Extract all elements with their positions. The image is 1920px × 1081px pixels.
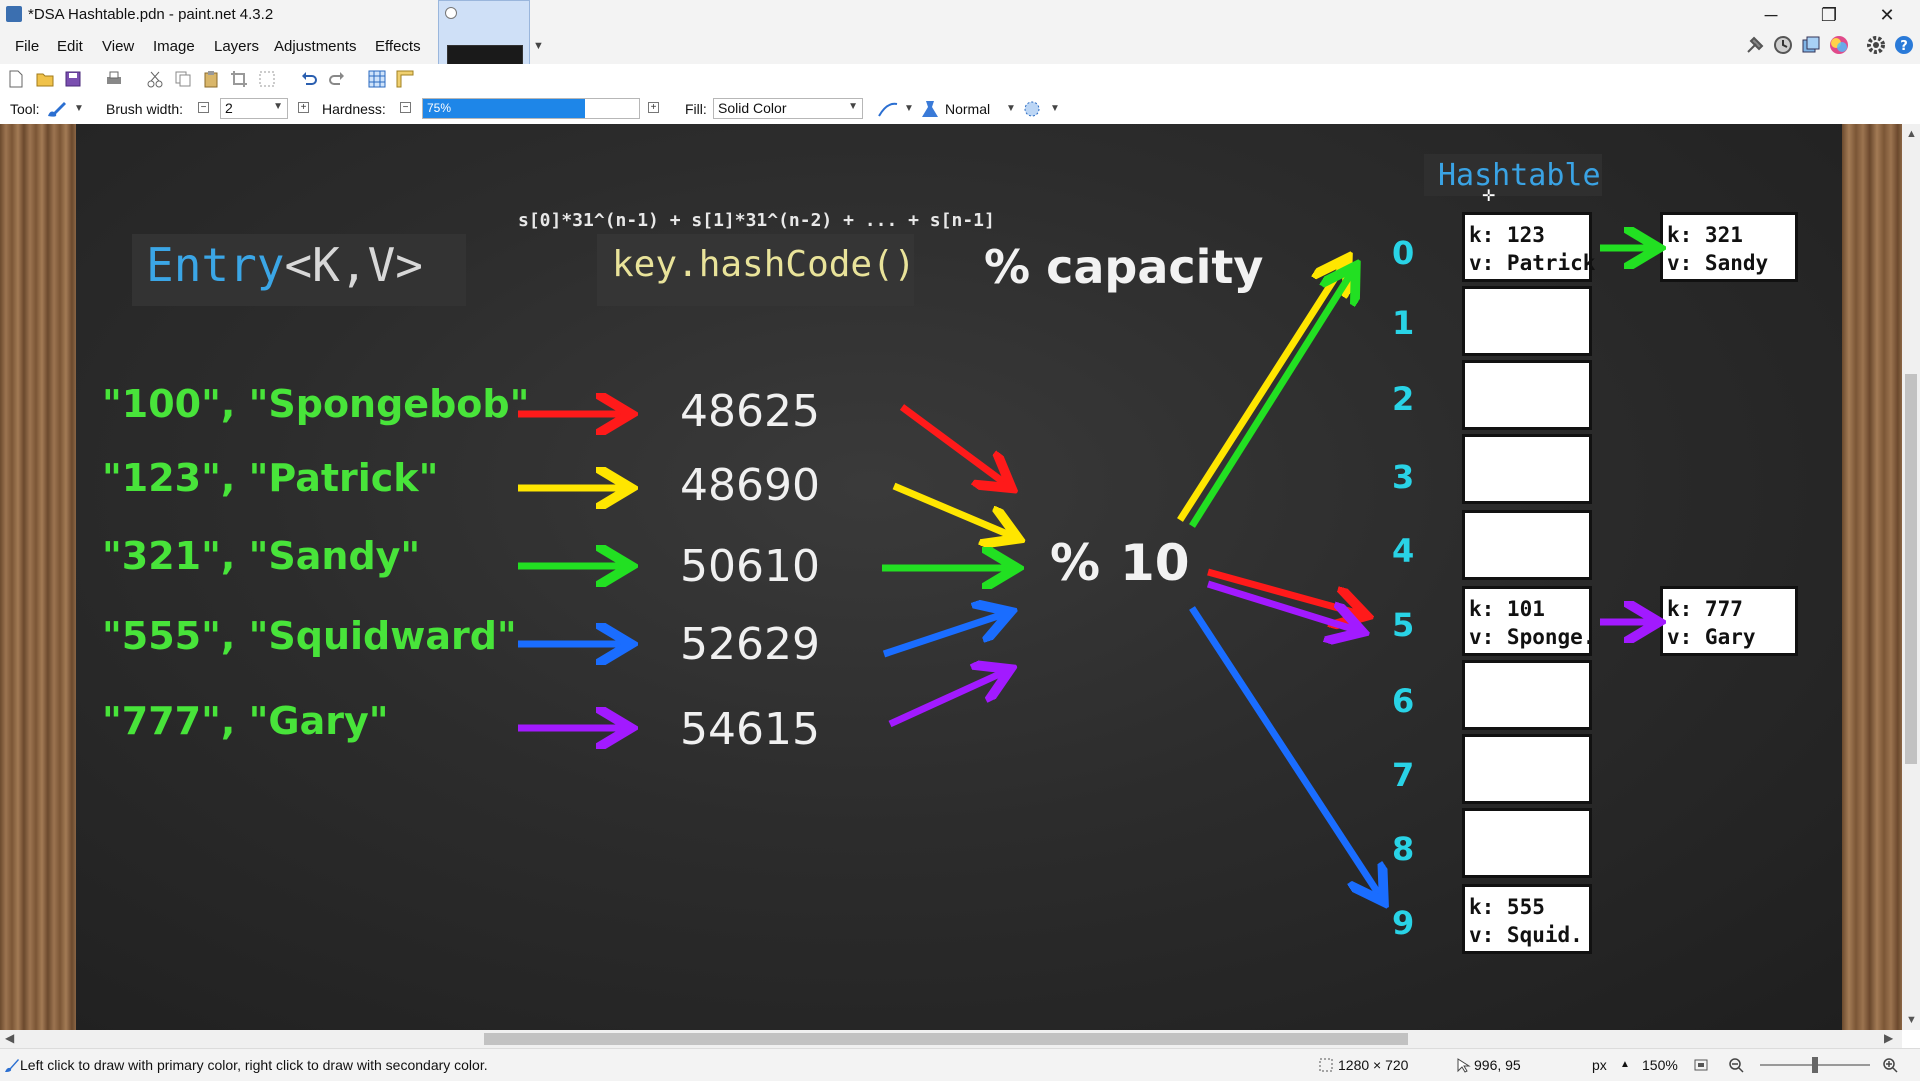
print-icon[interactable]	[105, 70, 123, 88]
arrow-red-to-mod	[899, 404, 1006, 484]
hardness-slider[interactable]: 75%	[422, 98, 640, 119]
settings-gear-icon[interactable]	[1865, 34, 1887, 56]
brush-width-select[interactable]: 2 ▼	[220, 98, 288, 119]
menu-image[interactable]: Image	[153, 38, 195, 55]
scroll-down-icon[interactable]: ▼	[1906, 1014, 1917, 1026]
brush-width-increase-button[interactable]: +	[298, 102, 309, 113]
arrow-purple-to-mod	[888, 672, 1004, 728]
tools-window-icon[interactable]	[1744, 34, 1766, 56]
tool-options-bar: Tool: ▼ Brush width: − 2 ▼ + Hardness: −…	[0, 94, 1920, 125]
zoom-slider-thumb[interactable]	[1812, 1057, 1818, 1073]
deselect-icon[interactable]	[258, 70, 276, 88]
menu-bar: File Edit View Image Layers Adjustments …	[0, 30, 1920, 64]
title-bar: *DSA Hashtable.pdn - paint.net 4.3.2 ─ ❐…	[0, 0, 1920, 30]
chevron-down-icon: ▼	[273, 101, 283, 112]
redo-icon[interactable]	[328, 70, 346, 88]
menu-layers[interactable]: Layers	[214, 38, 259, 55]
crop-to-selection-icon[interactable]	[230, 70, 248, 88]
blend-mode-value[interactable]: Normal	[945, 101, 990, 117]
chevron-down-icon: ▼	[848, 101, 858, 112]
arrow-green-to-bucket-0	[1189, 272, 1352, 528]
zoom-in-icon[interactable]	[1882, 1057, 1898, 1073]
paintbrush-status-icon	[5, 1059, 19, 1072]
hardness-label: Hardness:	[322, 101, 386, 117]
menu-effects[interactable]: Effects	[375, 38, 421, 55]
vertical-scrollbar[interactable]: ▲ ▼	[1902, 124, 1920, 1030]
zoom-out-icon[interactable]	[1728, 1057, 1744, 1073]
arrow-blue-to-bucket-9	[1189, 606, 1380, 896]
image-size-icon	[1319, 1058, 1333, 1072]
menu-file[interactable]: File	[15, 38, 39, 55]
fill-value: Solid Color	[718, 100, 787, 116]
arrow-yellow-to-mod	[892, 482, 1012, 536]
status-bar: Left click to draw with primary color, r…	[0, 1048, 1920, 1081]
hardness-decrease-button[interactable]: −	[400, 102, 411, 113]
menu-view[interactable]: View	[102, 38, 134, 55]
selection-mode-chevron-icon[interactable]: ▼	[1050, 103, 1060, 114]
zoom-level-text[interactable]: 150%	[1642, 1057, 1678, 1073]
close-button[interactable]: ✕	[1864, 2, 1910, 28]
cursor-position-icon	[1457, 1058, 1471, 1073]
blend-mode-icon[interactable]	[920, 99, 940, 119]
fill-select[interactable]: Solid Color ▼	[713, 98, 863, 119]
new-image-icon[interactable]	[7, 70, 25, 88]
wood-frame-right	[1842, 124, 1902, 1030]
gear-icon	[445, 7, 457, 19]
status-hint-text: Left click to draw with primary color, r…	[20, 1057, 488, 1073]
cut-icon[interactable]	[146, 70, 164, 88]
menu-adjustments[interactable]: Adjustments	[274, 38, 357, 55]
history-window-icon[interactable]	[1772, 34, 1794, 56]
antialiasing-chevron-icon[interactable]: ▼	[904, 103, 914, 114]
undo-icon[interactable]	[300, 70, 318, 88]
rulers-icon[interactable]	[396, 70, 414, 88]
window-title: *DSA Hashtable.pdn - paint.net 4.3.2	[28, 6, 274, 23]
minimize-button[interactable]: ─	[1748, 2, 1794, 28]
layers-window-icon[interactable]	[1800, 34, 1822, 56]
arrow-blue-to-mod	[882, 614, 1004, 658]
help-icon[interactable]: ?	[1893, 34, 1915, 56]
hardness-increase-button[interactable]: +	[648, 102, 659, 113]
brush-width-value: 2	[225, 100, 233, 116]
antialiasing-icon[interactable]	[877, 100, 899, 118]
zoom-to-window-icon[interactable]	[1693, 1057, 1709, 1073]
chalkboard-image[interactable]: s[0]*31^(n-1) + s[1]*31^(n-2) + ... + s[…	[76, 124, 1842, 1030]
copy-icon[interactable]	[174, 70, 192, 88]
menu-edit[interactable]: Edit	[57, 38, 83, 55]
scroll-right-icon[interactable]: ▶	[1884, 1031, 1893, 1045]
tool-dropdown-chevron-icon[interactable]: ▼	[74, 103, 84, 114]
save-icon[interactable]	[64, 70, 82, 88]
svg-text:?: ?	[1900, 39, 1908, 54]
brush-width-label: Brush width:	[106, 101, 184, 117]
tool-label: Tool:	[10, 101, 40, 117]
unit-chevron-icon[interactable]: ▲	[1620, 1059, 1630, 1070]
brush-width-decrease-button[interactable]: −	[198, 102, 209, 113]
main-toolbar	[0, 64, 1920, 95]
cursor-position-text: 996, 95	[1474, 1057, 1521, 1073]
horizontal-scrollbar[interactable]: ◀ ▶	[0, 1030, 1902, 1048]
blend-mode-chevron-icon[interactable]: ▼	[1006, 103, 1016, 114]
arrow-layer	[518, 124, 1842, 1030]
hardness-value: 75%	[427, 101, 452, 115]
vertical-scroll-thumb[interactable]	[1905, 374, 1917, 764]
paintnet-app-icon	[6, 6, 22, 22]
colors-window-icon[interactable]	[1828, 34, 1850, 56]
restore-button[interactable]: ❐	[1806, 2, 1852, 28]
image-size-text: 1280 × 720	[1338, 1057, 1409, 1073]
pixel-grid-icon[interactable]	[368, 70, 386, 88]
selection-mode-icon[interactable]	[1022, 99, 1042, 119]
paintbrush-tool-icon[interactable]	[46, 100, 68, 118]
image-list-dropdown-icon[interactable]: ▼	[533, 40, 544, 52]
unit-select[interactable]: px	[1592, 1057, 1607, 1073]
canvas-workspace[interactable]: s[0]*31^(n-1) + s[1]*31^(n-2) + ... + s[…	[0, 124, 1902, 1030]
horizontal-scroll-thumb[interactable]	[484, 1033, 1408, 1045]
arrow-yellow-to-bucket-0	[1177, 264, 1344, 522]
wood-frame-left	[0, 124, 76, 1030]
fill-label: Fill:	[685, 101, 707, 117]
paste-icon[interactable]	[202, 70, 220, 88]
scroll-left-icon[interactable]: ◀	[5, 1031, 14, 1045]
scroll-up-icon[interactable]: ▲	[1906, 128, 1917, 140]
open-folder-icon[interactable]	[36, 70, 54, 88]
